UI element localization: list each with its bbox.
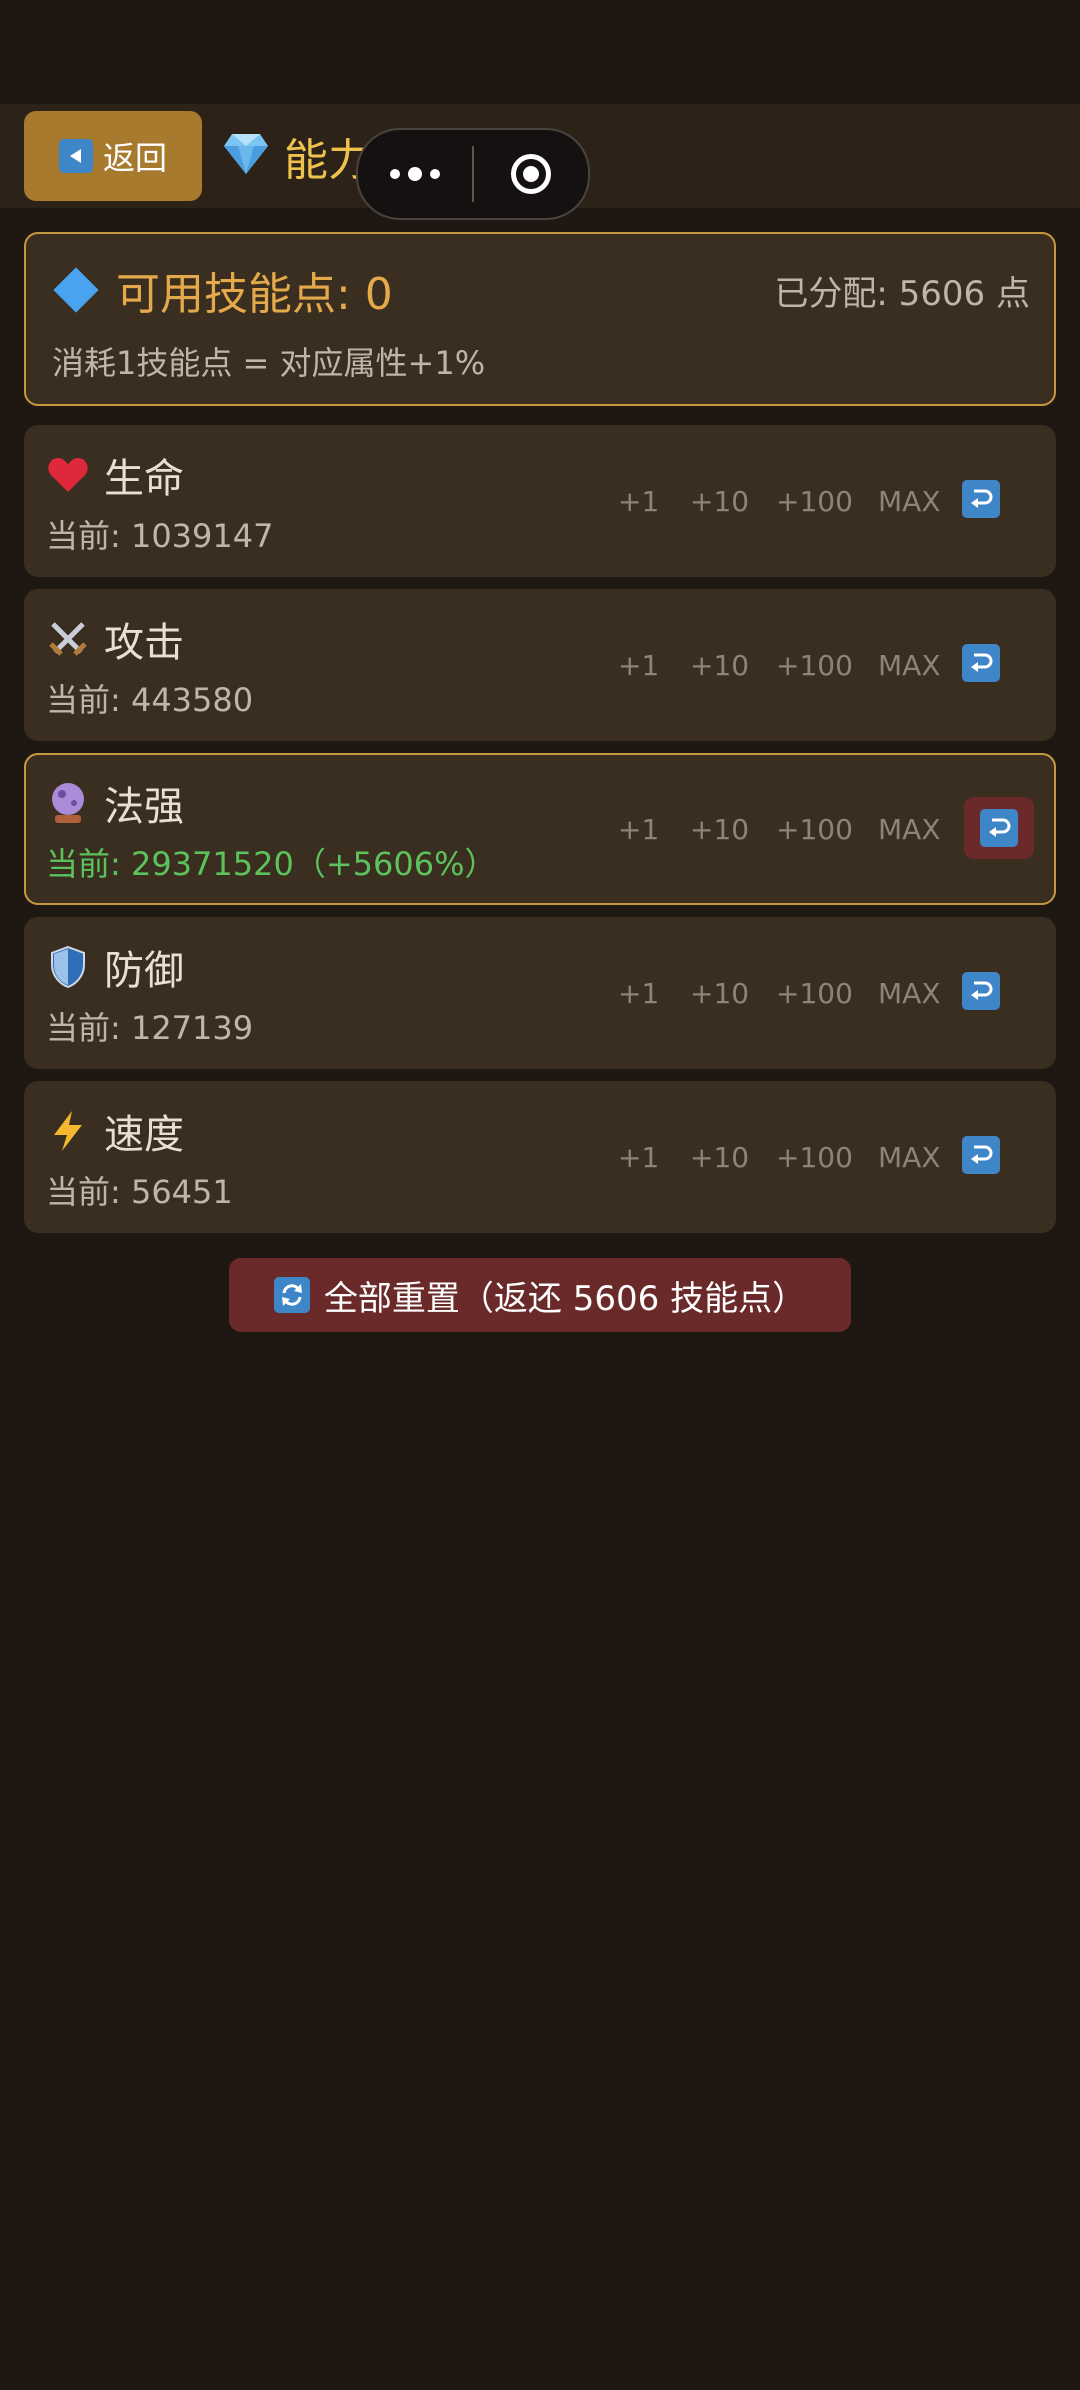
stat-card-defense: 防御 当前: 127139 +1 +10 +100 MAX (24, 917, 1056, 1069)
max-button[interactable]: MAX (878, 1127, 941, 1187)
points-rule-text: 消耗1技能点 = 对应属性+1% (52, 344, 486, 382)
plus-100-button[interactable]: +100 (776, 963, 853, 1023)
stat-current-value: 当前: 127139 (46, 1009, 254, 1047)
max-button[interactable]: MAX (878, 799, 941, 859)
stat-name: 法强 (104, 784, 184, 830)
plus-100-button[interactable]: +100 (776, 635, 853, 695)
blue-diamond-icon (53, 267, 99, 313)
plus-10-button[interactable]: +10 (690, 799, 749, 859)
stat-card-magic: 法强 当前: 29371520（+5606%） +1 +10 +100 MAX (24, 753, 1056, 905)
stat-card-speed: 速度 当前: 56451 +1 +10 +100 MAX (24, 1081, 1056, 1233)
more-dots-icon-center (408, 167, 422, 181)
stat-reset-button[interactable] (962, 480, 1000, 518)
plus-1-button[interactable]: +1 (618, 799, 659, 859)
heart-icon (46, 453, 90, 497)
return-arrow-icon (971, 981, 993, 1000)
target-circle-icon (511, 154, 551, 194)
stat-name: 速度 (104, 1112, 184, 1158)
stat-reset-button[interactable] (962, 644, 1000, 682)
plus-1-button[interactable]: +1 (618, 1127, 659, 1187)
lightning-icon (46, 1109, 90, 1153)
max-button[interactable]: MAX (878, 963, 941, 1023)
allocated-points: 已分配: 5606 点 (774, 273, 1030, 314)
max-button[interactable]: MAX (878, 635, 941, 695)
plus-1-button[interactable]: +1 (618, 635, 659, 695)
crystal-ball-icon (46, 781, 90, 825)
plus-1-button[interactable]: +1 (618, 963, 659, 1023)
return-arrow-icon (971, 653, 993, 672)
more-dots-icon (390, 169, 400, 179)
plus-100-button[interactable]: +100 (776, 471, 853, 531)
plus-10-button[interactable]: +10 (690, 1127, 749, 1187)
shield-icon (46, 945, 90, 989)
gem-icon (222, 132, 270, 180)
available-points: 可用技能点: 0 (116, 269, 393, 320)
return-arrow-icon (989, 818, 1011, 837)
reset-all-label: 全部重置（返还 5606 技能点） (323, 1278, 807, 1319)
stat-card-hp: 生命 当前: 1039147 +1 +10 +100 MAX (24, 425, 1056, 577)
back-arrow-icon (58, 139, 93, 173)
stat-reset-button[interactable] (962, 1136, 1000, 1174)
return-arrow-icon (971, 489, 993, 508)
plus-10-button[interactable]: +10 (690, 963, 749, 1023)
more-menu-button[interactable] (358, 130, 472, 218)
reset-all-button[interactable]: 全部重置（返还 5606 技能点） (229, 1258, 851, 1332)
back-button-label: 返回 (102, 139, 167, 177)
stat-name: 防御 (104, 948, 184, 994)
plus-100-button[interactable]: +100 (776, 799, 853, 859)
stat-reset-button[interactable] (964, 797, 1034, 859)
back-button[interactable]: 返回 (24, 111, 202, 201)
stat-name: 生命 (104, 456, 184, 502)
stat-current-value: 当前: 29371520（+5606%） (46, 845, 497, 883)
skill-points-card: 可用技能点: 0 已分配: 5606 点 消耗1技能点 = 对应属性+1% (24, 232, 1056, 406)
plus-100-button[interactable]: +100 (776, 1127, 853, 1187)
stat-current-value: 当前: 443580 (46, 681, 254, 719)
more-dots-icon-right (430, 169, 440, 179)
return-arrow-icon (971, 1145, 993, 1164)
stat-current-value: 当前: 56451 (46, 1173, 233, 1211)
refresh-icon (273, 1277, 310, 1313)
stat-name: 攻击 (104, 620, 184, 666)
stat-reset-button[interactable] (962, 972, 1000, 1010)
plus-1-button[interactable]: +1 (618, 471, 659, 531)
stat-card-attack: 攻击 当前: 443580 +1 +10 +100 MAX (24, 589, 1056, 741)
plus-10-button[interactable]: +10 (690, 471, 749, 531)
plus-10-button[interactable]: +10 (690, 635, 749, 695)
mini-program-capsule (356, 128, 590, 220)
crossed-swords-icon (46, 617, 90, 661)
stat-current-value: 当前: 1039147 (46, 517, 274, 555)
status-bar (0, 0, 1080, 104)
close-miniprogram-button[interactable] (474, 154, 588, 194)
max-button[interactable]: MAX (878, 471, 941, 531)
